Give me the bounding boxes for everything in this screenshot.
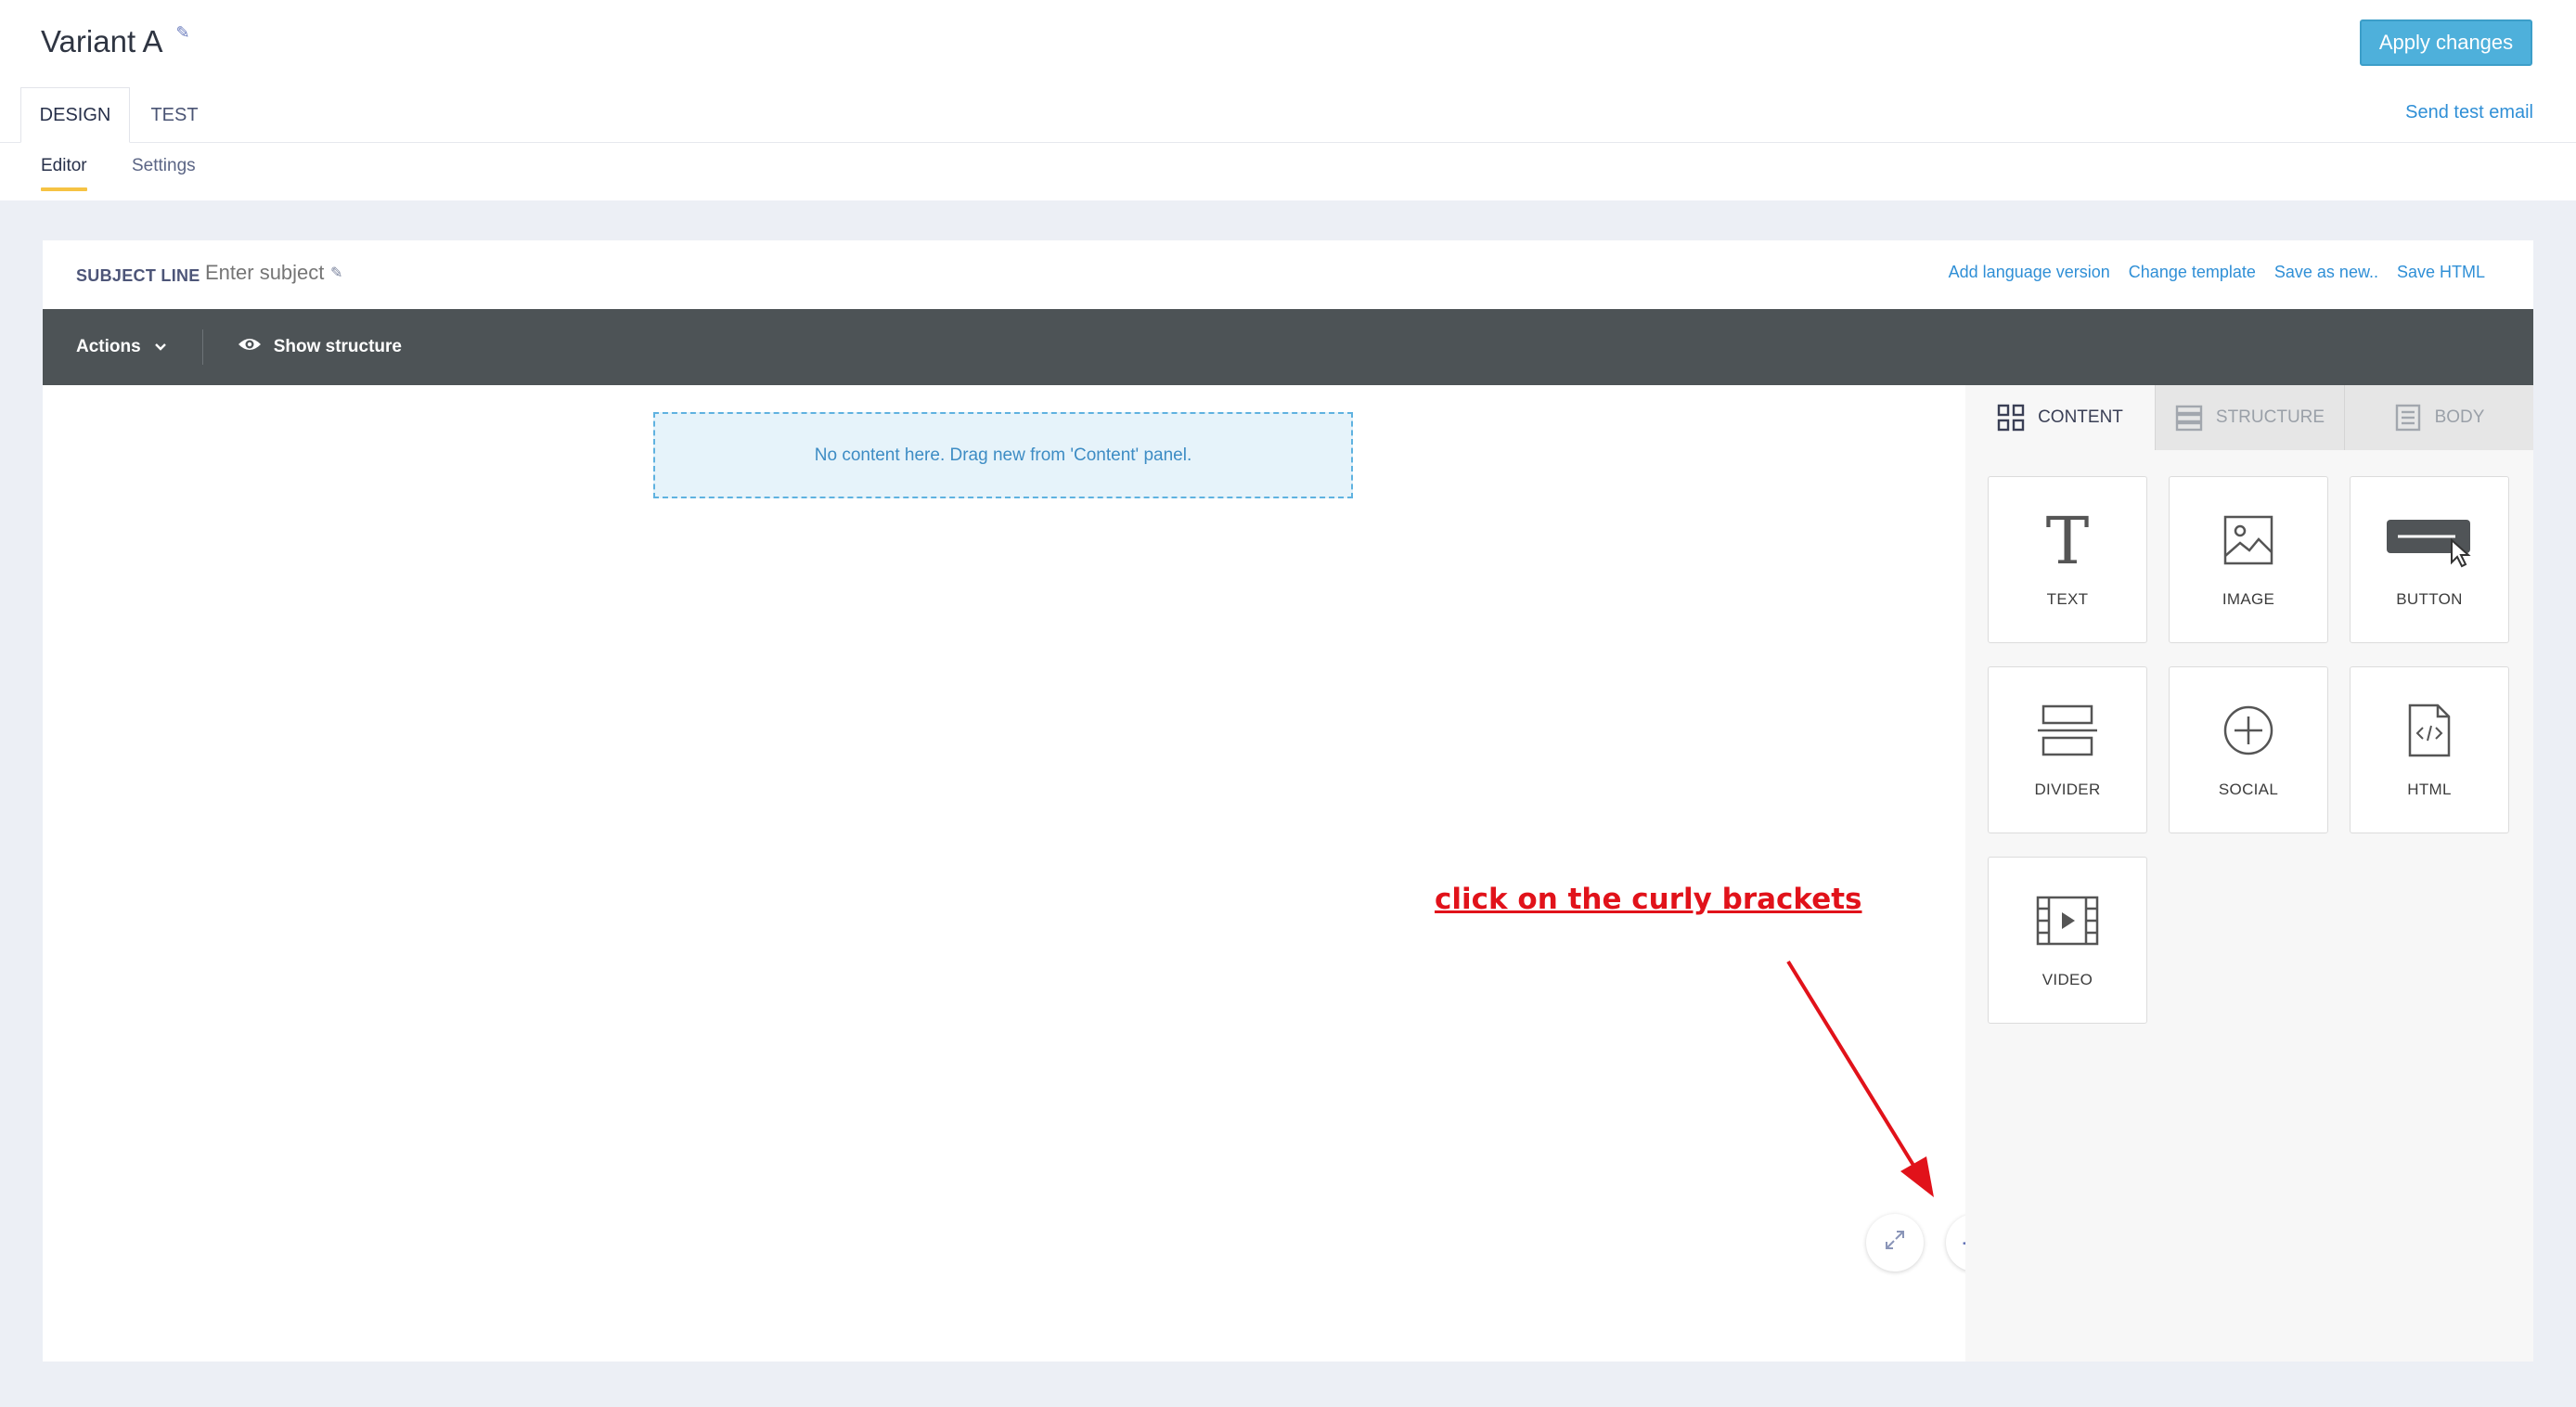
panel-tab-body[interactable]: BODY — [2344, 385, 2533, 450]
block-image-label: IMAGE — [2222, 590, 2275, 608]
edit-title-icon[interactable]: ✎ — [175, 23, 189, 43]
text-icon: T — [2041, 507, 2093, 574]
divider-icon — [2038, 697, 2097, 764]
add-language-version-link[interactable]: Add language version — [1949, 263, 2110, 282]
apply-changes-button[interactable]: Apply changes — [2360, 19, 2532, 66]
block-text[interactable]: T TEXT — [1988, 476, 2147, 643]
variant-name: Variant A — [41, 24, 163, 58]
block-html[interactable]: HTML — [2350, 666, 2509, 833]
block-divider-label: DIVIDER — [2034, 781, 2101, 798]
block-social[interactable]: SOCIAL — [2169, 666, 2328, 833]
block-video[interactable]: VIDEO — [1988, 857, 2147, 1024]
editor-toolbar: Actions Show structure — [43, 309, 2533, 385]
panel-tab-body-label: BODY — [2434, 407, 2485, 427]
block-divider[interactable]: DIVIDER — [1988, 666, 2147, 833]
block-social-label: SOCIAL — [2218, 781, 2279, 798]
block-text-label: TEXT — [2046, 590, 2089, 608]
save-html-link[interactable]: Save HTML — [2397, 263, 2485, 282]
button-icon — [2385, 507, 2474, 574]
panel-tab-structure[interactable]: STRUCTURE — [2155, 385, 2344, 450]
block-image[interactable]: IMAGE — [2169, 476, 2328, 643]
grid-icon — [1997, 404, 2025, 432]
document-icon — [2394, 404, 2422, 432]
actions-label: Actions — [76, 337, 141, 356]
subject-line-label: SUBJECT LINE — [76, 266, 200, 285]
page-title: Variant A ✎ — [41, 23, 190, 59]
eye-icon — [237, 336, 263, 358]
block-button-label: BUTTON — [2396, 590, 2463, 608]
block-button[interactable]: BUTTON — [2350, 476, 2509, 643]
panel-tab-content-label: CONTENT — [2038, 407, 2123, 427]
main-tabs: DESIGN TEST — [0, 87, 2576, 143]
subtab-settings[interactable]: Settings — [132, 156, 196, 176]
subject-input[interactable] — [205, 261, 502, 285]
content-panel: CONTENT STRUCTURE BODY T TEXT IMAGE BUTT… — [1965, 385, 2533, 1362]
header: Variant A ✎ Apply changes DESIGN TEST Se… — [0, 0, 2576, 200]
plus-circle-icon — [2222, 697, 2274, 764]
rows-icon — [2175, 404, 2203, 432]
template-links: Add language version Change template Sav… — [1949, 263, 2485, 282]
actions-dropdown[interactable]: Actions — [76, 337, 167, 357]
empty-dropzone[interactable]: No content here. Drag new from 'Content'… — [653, 412, 1353, 498]
image-icon — [2223, 507, 2273, 574]
block-html-label: HTML — [2407, 781, 2452, 798]
tab-test[interactable]: TEST — [135, 87, 213, 143]
expand-button[interactable] — [1866, 1214, 1924, 1271]
annotation-text: click on the curly brackets — [1435, 883, 1862, 916]
editor-card: SUBJECT LINE ✎ Add language version Chan… — [43, 240, 2533, 1362]
email-canvas[interactable]: No content here. Drag new from 'Content'… — [43, 385, 2003, 1362]
panel-tab-content[interactable]: CONTENT — [1965, 385, 2155, 450]
panel-tab-structure-label: STRUCTURE — [2215, 407, 2325, 427]
change-template-link[interactable]: Change template — [2129, 263, 2256, 282]
edit-subject-icon[interactable]: ✎ — [330, 264, 342, 282]
video-icon — [2036, 887, 2099, 954]
panel-tabs: CONTENT STRUCTURE BODY — [1965, 385, 2533, 450]
chevron-down-icon — [154, 337, 167, 357]
show-structure-button[interactable]: Show structure — [237, 336, 402, 358]
subtab-editor[interactable]: Editor — [41, 156, 87, 191]
block-video-label: VIDEO — [2041, 971, 2093, 988]
tab-design[interactable]: DESIGN — [20, 87, 130, 143]
expand-icon — [1883, 1228, 1907, 1259]
code-file-icon — [2408, 697, 2451, 764]
show-structure-label: Show structure — [273, 337, 402, 356]
svg-text:T: T — [2046, 511, 2090, 569]
save-as-new-link[interactable]: Save as new.. — [2274, 263, 2378, 282]
send-test-email-link[interactable]: Send test email — [2405, 102, 2533, 123]
toolbar-divider — [201, 329, 203, 365]
